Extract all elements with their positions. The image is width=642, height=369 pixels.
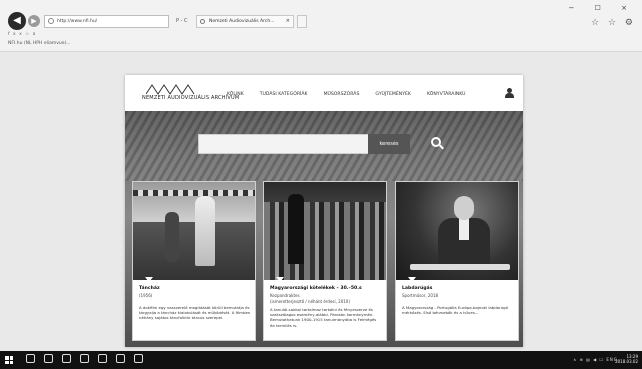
address-bar[interactable]: http://www.nfi.hu/ bbox=[44, 15, 169, 28]
clock-date: 2018.03.02 bbox=[615, 359, 638, 364]
store-taskbar-icon[interactable] bbox=[98, 354, 107, 363]
content-card[interactable]: Táncház (1956) A dokfilm egy vasszerelő … bbox=[132, 181, 256, 341]
mail-taskbar-icon[interactable] bbox=[116, 354, 125, 363]
card-title[interactable]: Labdarúgás bbox=[402, 286, 514, 292]
search-taskbar-icon[interactable] bbox=[26, 354, 35, 363]
page-icon bbox=[48, 18, 54, 24]
tab-close-icon[interactable]: × bbox=[286, 16, 290, 27]
card-arrow-icon bbox=[145, 277, 153, 282]
card-description: A Magyarország - Portugália Európa-bajno… bbox=[402, 304, 509, 315]
tab-favicon-icon bbox=[200, 19, 205, 24]
card-body: Labdarúgás Sportműsor, 2018 A Magyarorsz… bbox=[402, 286, 514, 315]
search-handle bbox=[439, 144, 444, 150]
web-page: NEMZETI AUDIOVIZUÁLIS ARCHÍVUM KÖLINK TU… bbox=[125, 75, 523, 347]
search-input[interactable] bbox=[198, 134, 370, 154]
logo-text: NEMZETI AUDIOVIZUÁLIS ARCHÍVUM bbox=[142, 95, 240, 101]
browser-tools[interactable]: ☆ ☆ ⚙ bbox=[591, 18, 636, 28]
search-icon[interactable] bbox=[431, 137, 444, 150]
tab-title: Nemzeti Audiovizuális Arch... bbox=[209, 19, 275, 24]
card-image[interactable] bbox=[133, 182, 255, 280]
card-image[interactable] bbox=[264, 182, 386, 280]
image-detail bbox=[133, 190, 255, 196]
explorer-taskbar-icon[interactable] bbox=[80, 354, 89, 363]
nav-item[interactable]: MŰSORSZÓRÁS bbox=[324, 92, 360, 97]
browser-chrome: ◀ ▶ http://www.nfi.hu/ P - C Nemzeti Aud… bbox=[0, 0, 642, 52]
card-description: A tanulói-sokkal tartalmaz tarkálni és f… bbox=[270, 307, 377, 328]
forward-icon[interactable]: ▶ bbox=[28, 15, 40, 27]
content-card[interactable]: Labdarúgás Sportműsor, 2018 A Magyarorsz… bbox=[395, 181, 519, 341]
hero-section: keresés Táncház (1956) A dokfilm egy vas… bbox=[125, 111, 523, 347]
taskbar-apps bbox=[26, 354, 143, 363]
address-actions[interactable]: P - C bbox=[176, 15, 188, 28]
taskbar: ∧ ⊕ ▤ ◀ ☐ ENG 13:29 2018.03.02 bbox=[0, 351, 642, 369]
card-body: Magyarországi kötelékek – 30.–50.s Kezpa… bbox=[270, 286, 382, 328]
card-image[interactable] bbox=[396, 182, 518, 280]
search-button[interactable]: keresés bbox=[368, 134, 410, 154]
image-detail bbox=[288, 194, 304, 264]
windows-icon[interactable] bbox=[5, 356, 13, 364]
nav-item[interactable]: TUDÁSI KATEGÓRÍÁK bbox=[260, 92, 308, 97]
system-tray[interactable]: ∧ ⊕ ▤ ◀ ☐ ENG bbox=[573, 357, 618, 362]
browser-tab[interactable]: Nemzeti Audiovizuális Arch... × bbox=[196, 15, 294, 28]
card-arrow-icon bbox=[276, 277, 284, 282]
new-tab-button[interactable] bbox=[297, 15, 307, 28]
content-card[interactable]: Magyarországi kötelékek – 30.–50.s Kezpa… bbox=[263, 181, 387, 341]
card-subtitle: Sportműsor, 2018 bbox=[402, 293, 439, 298]
card-title[interactable]: Magyarországi kötelékek – 30.–50.s bbox=[270, 286, 382, 292]
card-arrow-icon bbox=[408, 277, 416, 282]
image-detail bbox=[264, 202, 386, 280]
image-detail bbox=[195, 196, 215, 266]
card-subtitle: (1956) bbox=[139, 293, 153, 298]
card-subtitle: Kezpandraktes (ismeretterjesztő / néhánt… bbox=[270, 293, 350, 304]
image-detail bbox=[410, 264, 510, 270]
address-text: http://www.nfi.hu/ bbox=[57, 19, 98, 24]
card-title[interactable]: Táncház bbox=[139, 286, 251, 292]
logo-mark-icon bbox=[146, 84, 195, 95]
image-detail bbox=[459, 218, 469, 240]
image-detail bbox=[165, 212, 179, 262]
image-detail bbox=[454, 196, 474, 220]
nav-item[interactable]: KÖNYVTÁRAINKÚ bbox=[427, 92, 466, 97]
task-view-icon[interactable] bbox=[44, 354, 53, 363]
browser-taskbar-icon[interactable] bbox=[62, 354, 71, 363]
screen: ◀ ▶ http://www.nfi.hu/ P - C Nemzeti Aud… bbox=[0, 0, 642, 369]
user-icon[interactable] bbox=[505, 88, 514, 98]
nav-item[interactable]: GYŰJTEMÉNYEK bbox=[375, 92, 411, 97]
back-icon[interactable]: ◀ bbox=[8, 12, 26, 30]
user-body bbox=[505, 93, 514, 98]
card-body: Táncház (1956) A dokfilm egy vasszerelő … bbox=[139, 286, 251, 320]
window-controls[interactable]: − ☐ × bbox=[569, 4, 636, 12]
main-nav: KÖLINK TUDÁSI KATEGÓRÍÁK MŰSORSZÓRÁS GYŰ… bbox=[227, 92, 482, 97]
clock[interactable]: 13:29 2018.03.02 bbox=[615, 354, 638, 364]
site-logo[interactable]: NEMZETI AUDIOVIZUÁLIS ARCHÍVUM bbox=[142, 83, 239, 105]
app-taskbar-icon[interactable] bbox=[134, 354, 143, 363]
image-detail bbox=[133, 222, 255, 280]
card-description: A dokfilm egy vasszerelő meglátását körü… bbox=[139, 304, 251, 320]
nav-item[interactable]: KÖLINK bbox=[227, 92, 244, 97]
favorites-bar[interactable]: NFI.hu (NL HPH eliamvue)... bbox=[8, 41, 71, 46]
menu-bar[interactable]: f x x ☆ a bbox=[8, 32, 36, 37]
